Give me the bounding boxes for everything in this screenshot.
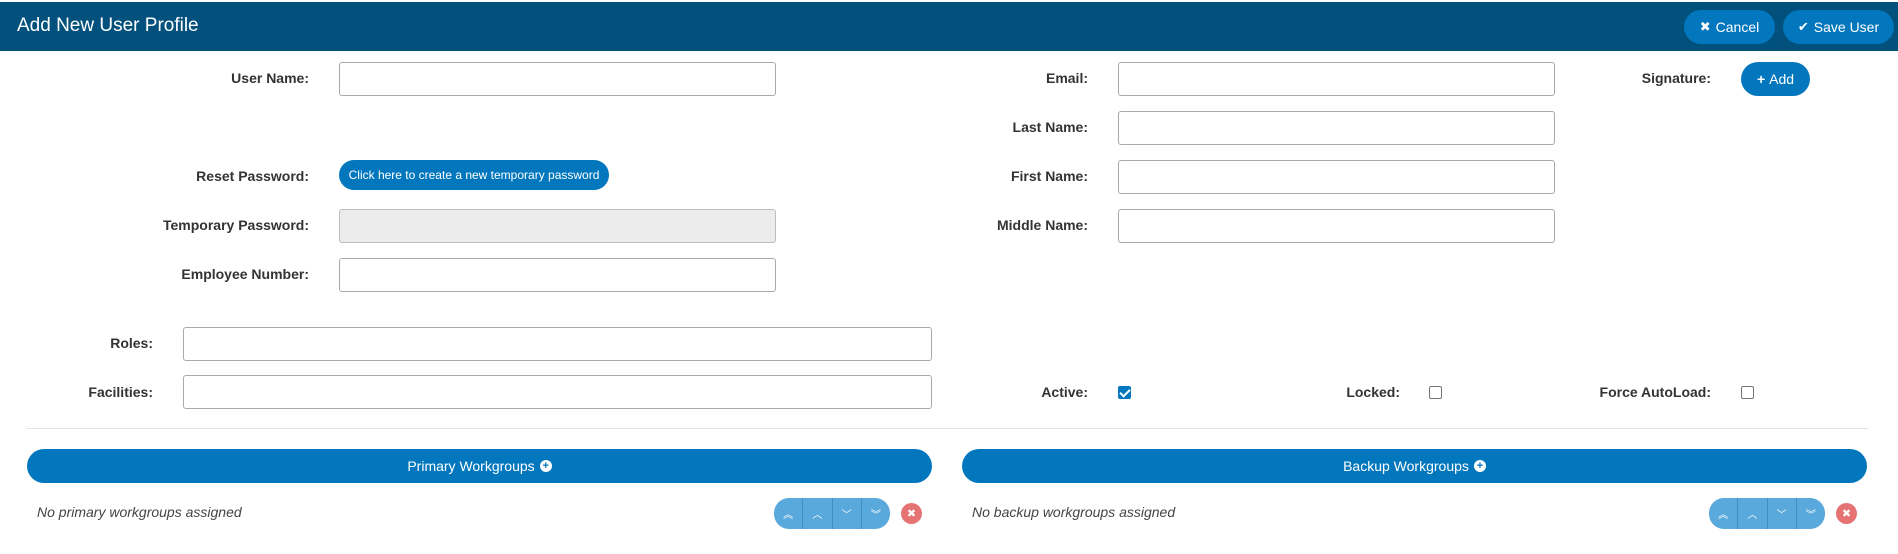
double-chevron-up-icon[interactable]: ︽ (774, 498, 804, 529)
backup-workgroups-empty: No backup workgroups assigned (972, 504, 1176, 520)
middle-name-input[interactable] (1118, 209, 1555, 243)
plus-circle-icon: + (539, 460, 552, 472)
middle-name-label: Middle Name: (996, 217, 1088, 233)
last-name-input[interactable] (1118, 111, 1555, 145)
cancel-button-label: Cancel (1715, 19, 1760, 35)
locked-label: Locked: (1346, 384, 1400, 400)
add-signature-button-label: Add (1769, 71, 1795, 87)
temporary-password-input (339, 209, 776, 243)
email-input[interactable] (1118, 62, 1555, 96)
primary-workgroups-button[interactable]: Primary Workgroups + (27, 449, 932, 483)
add-signature-button[interactable]: + Add (1741, 62, 1810, 96)
page-title: Add New User Profile (17, 15, 199, 36)
plus-circle-icon: + (1473, 460, 1486, 472)
backup-workgroups-button[interactable]: Backup Workgroups + (962, 449, 1867, 483)
user-name-label: User Name: (231, 70, 309, 86)
primary-move-buttons: ︽ ︿ ﹀ ︾ (774, 498, 890, 529)
double-chevron-down-icon[interactable]: ︾ (1797, 498, 1825, 529)
plus-icon: + (1756, 71, 1766, 87)
last-name-label: Last Name: (1012, 119, 1088, 135)
force-autoload-label: Force AutoLoad: (1599, 384, 1711, 400)
double-chevron-down-icon[interactable]: ︾ (862, 498, 890, 529)
active-checkbox[interactable] (1118, 386, 1131, 399)
force-autoload-checkbox[interactable] (1741, 386, 1754, 399)
signature-label: Signature: (1641, 70, 1711, 86)
backup-move-buttons: ︽ ︿ ﹀ ︾ (1709, 498, 1825, 529)
facilities-label: Facilities: (88, 384, 153, 400)
first-name-label: First Name: (1010, 168, 1088, 184)
roles-input[interactable] (183, 327, 932, 361)
primary-workgroups-empty: No primary workgroups assigned (37, 504, 242, 520)
remove-backup-workgroup-button[interactable]: ✖ (1836, 503, 1857, 524)
remove-circle-icon: ✖ (1841, 508, 1852, 520)
chevron-down-icon[interactable]: ﹀ (1768, 498, 1797, 529)
chevron-up-icon[interactable]: ︿ (1738, 498, 1768, 529)
cancel-button[interactable]: ✖ Cancel (1684, 10, 1775, 44)
employee-number-label: Employee Number: (181, 266, 309, 282)
chevron-up-icon[interactable]: ︿ (803, 498, 833, 529)
first-name-input[interactable] (1118, 160, 1555, 194)
double-chevron-up-icon[interactable]: ︽ (1709, 498, 1739, 529)
backup-workgroups-label: Backup Workgroups (1343, 458, 1469, 474)
remove-circle-icon: ✖ (906, 508, 917, 520)
active-label: Active: (1041, 384, 1088, 400)
primary-workgroups-label: Primary Workgroups (407, 458, 535, 474)
section-divider (26, 428, 1868, 429)
roles-label: Roles: (110, 335, 153, 351)
facilities-input[interactable] (183, 375, 932, 409)
locked-checkbox[interactable] (1429, 386, 1442, 399)
close-icon: ✖ (1699, 19, 1711, 34)
save-user-button-label: Save User (1813, 19, 1880, 35)
save-user-button[interactable]: ✔ Save User (1783, 10, 1894, 44)
reset-password-button[interactable]: Click here to create a new temporary pas… (339, 160, 609, 190)
check-icon: ✔ (1797, 19, 1809, 34)
chevron-down-icon[interactable]: ﹀ (833, 498, 862, 529)
temporary-password-label: Temporary Password: (162, 217, 309, 233)
user-name-input[interactable] (339, 62, 776, 96)
reset-password-label: Reset Password: (196, 168, 309, 184)
remove-primary-workgroup-button[interactable]: ✖ (901, 503, 922, 524)
page-header: Add New User Profile ✖ Cancel ✔ Save Use… (0, 2, 1898, 51)
employee-number-input[interactable] (339, 258, 776, 292)
email-label: Email: (1045, 70, 1088, 86)
